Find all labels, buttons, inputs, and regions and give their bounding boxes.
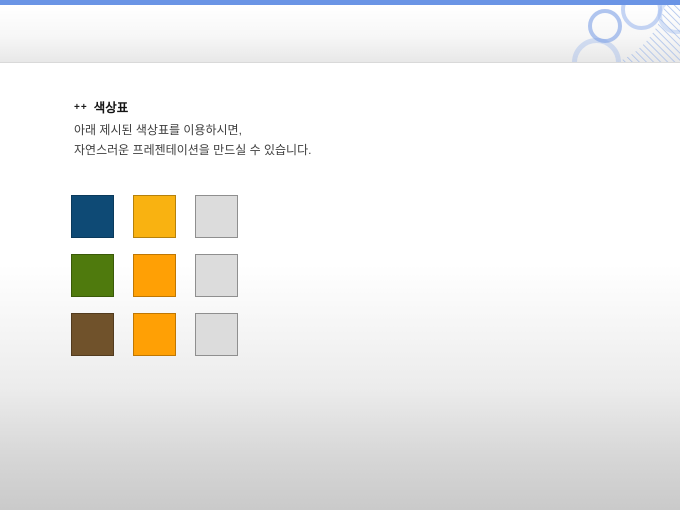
color-swatch-amber: [133, 195, 176, 238]
color-swatch-orange: [133, 254, 176, 297]
header-band: [0, 5, 680, 63]
diagonal-swoosh-icon: [618, 5, 680, 62]
text-block: ++ 색상표 아래 제시된 색상표를 이용하시면, 자연스러운 프레젠테이션을 …: [74, 100, 311, 160]
presentation-slide: ++ 색상표 아래 제시된 색상표를 이용하시면, 자연스러운 프레젠테이션을 …: [0, 0, 680, 510]
color-swatch-dark-navy: [71, 195, 114, 238]
color-swatch-light-gray: [195, 195, 238, 238]
color-swatch-light-gray: [195, 313, 238, 356]
color-swatch-orange: [133, 313, 176, 356]
color-swatch-light-gray: [195, 254, 238, 297]
body-line-2: 자연스러운 프레젠테이션을 만드실 수 있습니다.: [74, 143, 312, 157]
page-title: 색상표: [93, 101, 129, 115]
body-line-1: 아래 제시된 색상표를 이용하시면,: [74, 123, 242, 137]
color-palette-grid: [71, 195, 238, 356]
title-prefix-marks: ++: [74, 102, 88, 113]
slide-title: ++ 색상표: [74, 100, 311, 116]
color-swatch-olive-green: [71, 254, 114, 297]
color-swatch-brown: [71, 313, 114, 356]
body-text: 아래 제시된 색상표를 이용하시면, 자연스러운 프레젠테이션을 만드실 수 있…: [74, 120, 311, 160]
